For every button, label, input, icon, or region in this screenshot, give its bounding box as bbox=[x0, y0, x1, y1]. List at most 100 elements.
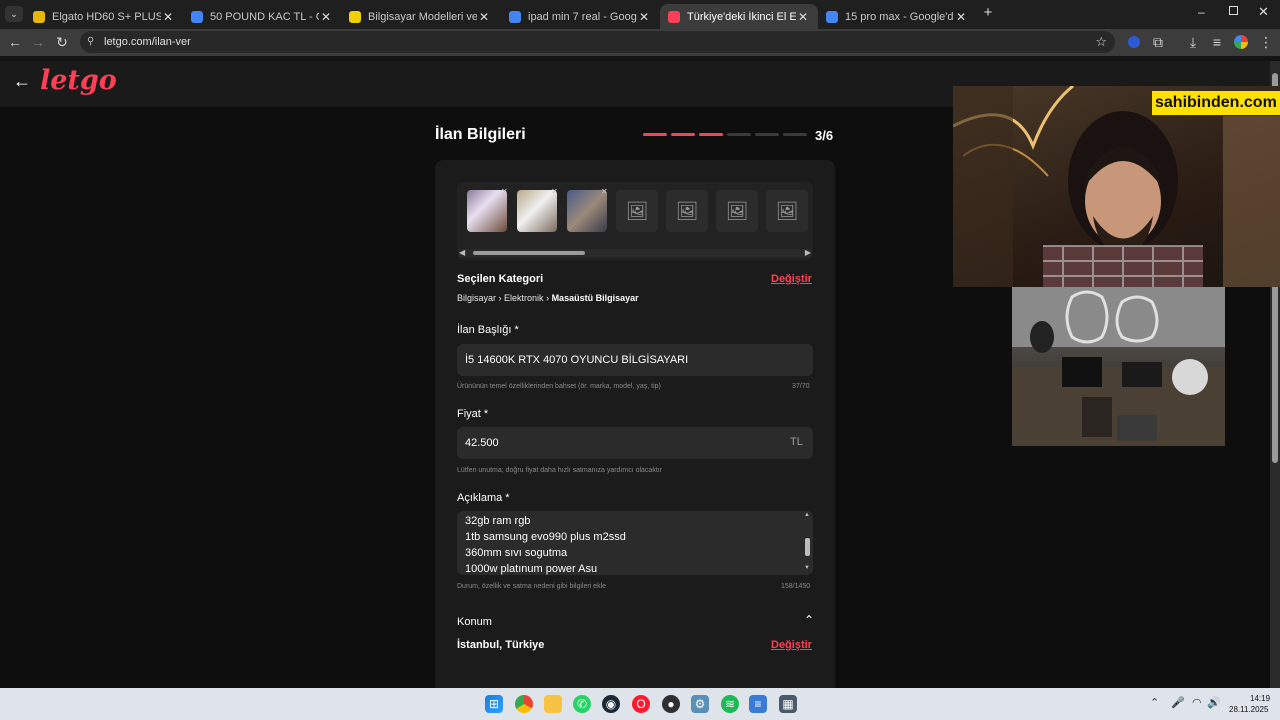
tab-close-icon[interactable]: ✕ bbox=[637, 10, 651, 24]
webcam-overlay: sahibinden.com bbox=[953, 86, 1280, 287]
progress-segment bbox=[643, 133, 667, 136]
photo-thumb-2[interactable] bbox=[517, 190, 557, 232]
tab-title: Bilgisayar Modelleri ve Güncel bbox=[368, 10, 477, 23]
opera-icon[interactable]: O bbox=[632, 695, 650, 713]
location-value: İstanbul, Türkiye bbox=[457, 639, 545, 651]
restore-button[interactable] bbox=[1229, 6, 1238, 15]
chrome-icon[interactable] bbox=[515, 695, 533, 713]
back-icon[interactable]: ← bbox=[5, 29, 25, 56]
desk-scene bbox=[1012, 287, 1225, 446]
extensions-icon[interactable]: ⧉ bbox=[1148, 29, 1168, 56]
tab-title: Elgato HD60 S+ PLUS External bbox=[52, 10, 161, 23]
title-input[interactable]: İ5 14600K RTX 4070 OYUNCU BİLGİSAYARI bbox=[457, 344, 813, 376]
windows-taskbar: ⊞ ✆ ◉ O ● ⚙ ≋ ≡ ▦ ⌃ 🎤 ◠ 🔊 14:19 28.11.20… bbox=[0, 688, 1280, 720]
forward-icon[interactable]: → bbox=[28, 29, 48, 56]
photo-scrollbar[interactable]: ◀ ▶ bbox=[459, 248, 811, 257]
tab-2[interactable]: 50 POUND KAC TL - Google'da✕ bbox=[183, 4, 341, 29]
address-bar[interactable]: ⚲ letgo.com/ilan-ver ☆ bbox=[80, 31, 1115, 53]
change-category-link[interactable]: Değiştir bbox=[771, 273, 812, 285]
tab-6[interactable]: 15 pro max - Google'da Ara✕ bbox=[818, 4, 976, 29]
tab-3[interactable]: Bilgisayar Modelleri ve Güncel✕ bbox=[341, 4, 499, 29]
clock-time[interactable]: 14:19 bbox=[1250, 694, 1270, 703]
tab-4[interactable]: ipad min 7 real - Google'da Ara✕ bbox=[501, 4, 659, 29]
scroll-down-icon[interactable]: ▼ bbox=[804, 565, 810, 571]
tab-title: ipad min 7 real - Google'da Ara bbox=[528, 10, 637, 23]
photo-thumb-3[interactable] bbox=[567, 190, 607, 232]
microphone-icon[interactable]: 🎤 bbox=[1171, 696, 1185, 709]
reading-list-icon[interactable]: ≡ bbox=[1207, 29, 1227, 56]
tab-title: 15 pro max - Google'da Ara bbox=[845, 10, 954, 23]
remove-photo-icon[interactable]: ✕ bbox=[501, 187, 508, 196]
scroll-up-icon[interactable]: ▲ bbox=[804, 512, 810, 518]
new-tab-button[interactable]: + bbox=[981, 4, 995, 21]
scroll-right-icon[interactable]: ▶ bbox=[805, 248, 811, 257]
back-arrow-icon[interactable]: ← bbox=[13, 71, 31, 92]
price-label: Fiyat * bbox=[457, 408, 489, 420]
obs-icon[interactable]: ● bbox=[662, 695, 680, 713]
tab-close-icon[interactable]: ✕ bbox=[954, 10, 968, 24]
breadcrumb-item-current: Masaüstü Bilgisayar bbox=[551, 293, 639, 303]
tab-favicon-icon bbox=[509, 10, 521, 23]
location-label: Konum bbox=[457, 616, 492, 628]
site-info-icon[interactable]: ⚲ bbox=[87, 31, 94, 53]
category-breadcrumb: Bilgisayar › Elektronik › Masaüstü Bilgi… bbox=[457, 293, 639, 303]
photo-scrollbar-thumb[interactable] bbox=[473, 251, 585, 255]
price-input[interactable]: 42.500 bbox=[457, 427, 813, 459]
extension-badge-icon[interactable] bbox=[1128, 36, 1140, 48]
download-icon[interactable]: ⤓ bbox=[1183, 29, 1203, 56]
form-card: ✕ ✕ ✕ 🖼 🖼 🖼 🖼 ◀ ▶ Seçilen Kategori Değiş… bbox=[435, 160, 835, 688]
tab-favicon-icon bbox=[826, 10, 838, 23]
minimize-button[interactable]: – bbox=[1198, 5, 1210, 19]
currency-suffix: TL bbox=[790, 436, 803, 448]
description-scrollbar-thumb[interactable] bbox=[805, 538, 810, 556]
remove-photo-icon[interactable]: ✕ bbox=[551, 187, 558, 196]
clock-date[interactable]: 28.11.2025 bbox=[1229, 705, 1268, 714]
menu-kebab-icon[interactable]: ⋮ bbox=[1256, 29, 1276, 56]
progress-segment bbox=[671, 133, 695, 136]
tab-favicon-icon bbox=[349, 10, 361, 23]
tray-chevron-icon[interactable]: ⌃ bbox=[1150, 696, 1159, 709]
progress-segment bbox=[699, 133, 723, 136]
change-location-link[interactable]: Değiştir bbox=[771, 639, 812, 651]
whatsapp-icon[interactable]: ✆ bbox=[573, 695, 591, 713]
bookmark-star-icon[interactable]: ☆ bbox=[1095, 31, 1107, 53]
tab-close-icon[interactable]: ✕ bbox=[477, 10, 491, 24]
settings-app-icon[interactable]: ⚙ bbox=[691, 695, 709, 713]
remove-photo-icon[interactable]: ✕ bbox=[601, 187, 608, 196]
scroll-left-icon[interactable]: ◀ bbox=[459, 248, 465, 257]
image-placeholder-icon[interactable]: 🖼 bbox=[716, 190, 758, 232]
file-explorer-icon[interactable] bbox=[544, 695, 562, 713]
image-placeholder-icon[interactable]: 🖼 bbox=[666, 190, 708, 232]
tab-search-button[interactable]: ⌄ bbox=[5, 6, 23, 22]
wifi-icon[interactable]: ◠ bbox=[1192, 696, 1202, 709]
letgo-logo[interactable]: letgo bbox=[40, 65, 117, 96]
price-hint: Lütfen unutma; doğru fiyat daha hızlı sa… bbox=[457, 467, 663, 474]
spotify-icon[interactable]: ≋ bbox=[721, 695, 739, 713]
reload-icon[interactable]: ↻ bbox=[52, 29, 72, 56]
photo-thumb-1[interactable] bbox=[467, 190, 507, 232]
tab-1[interactable]: Elgato HD60 S+ PLUS External✕ bbox=[25, 4, 183, 29]
tab-title: Türkiye'deki İkinci El Eşyaları Al bbox=[687, 10, 796, 23]
steam-icon[interactable]: ◉ bbox=[602, 695, 620, 713]
profile-avatar[interactable] bbox=[1234, 35, 1248, 49]
notepad-icon[interactable]: ≡ bbox=[749, 695, 767, 713]
description-counter: 158/1450 bbox=[781, 583, 811, 590]
image-placeholder-icon[interactable]: 🖼 bbox=[766, 190, 808, 232]
progress-segment bbox=[783, 133, 807, 136]
tab-close-icon[interactable]: ✕ bbox=[319, 10, 333, 24]
image-placeholder-icon[interactable]: 🖼 bbox=[616, 190, 658, 232]
tab-favicon-icon bbox=[33, 10, 45, 23]
url-text: letgo.com/ilan-ver bbox=[104, 36, 191, 48]
start-icon[interactable]: ⊞ bbox=[485, 695, 503, 713]
calculator-icon[interactable]: ▦ bbox=[779, 695, 797, 713]
close-window-button[interactable]: ✕ bbox=[1258, 4, 1269, 20]
collapse-chevron-icon[interactable]: ⌃ bbox=[804, 613, 814, 627]
tab-5[interactable]: Türkiye'deki İkinci El Eşyaları Al✕ bbox=[660, 4, 818, 29]
page-title: İlan Bilgileri bbox=[435, 126, 526, 143]
volume-icon[interactable]: 🔊 bbox=[1207, 696, 1221, 709]
description-textarea[interactable]: 32gb ram rgb 1tb samsung evo990 plus m2ss… bbox=[457, 511, 813, 575]
description-scrollbar[interactable]: ▲ ▼ bbox=[804, 512, 811, 573]
tab-close-icon[interactable]: ✕ bbox=[796, 10, 810, 24]
tab-close-icon[interactable]: ✕ bbox=[161, 10, 175, 24]
description-line: 1tb samsung evo990 plus m2ssd bbox=[465, 531, 626, 543]
